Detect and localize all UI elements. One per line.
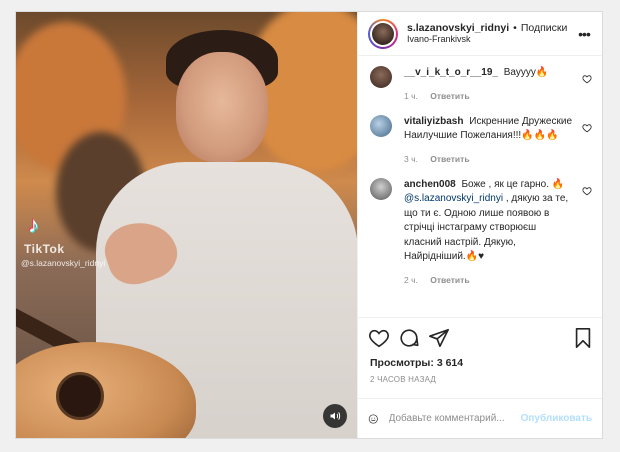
tiktok-logo-icon: ♪ xyxy=(28,212,39,237)
post-header: s.lazanovskyi_ridnyi • Подписки Ivano-Fr… xyxy=(358,12,602,56)
following-button[interactable]: Подписки xyxy=(521,22,568,35)
commenter-avatar[interactable] xyxy=(370,114,392,137)
comment-mention-link[interactable]: @s.lazanovskyi_ridnyi xyxy=(404,193,503,204)
post-sidebar: s.lazanovskyi_ridnyi • Подписки Ivano-Fr… xyxy=(357,12,602,438)
comment-text: Боже , як це гарно. 🔥 xyxy=(461,178,565,190)
reply-button[interactable]: Ответить xyxy=(430,91,469,101)
like-comment-heart-icon[interactable] xyxy=(582,74,592,84)
comment-item: __v_i_k_t_o_r__19_ Вауууу🔥 1 ч. Ответить xyxy=(370,66,592,101)
comments-list: __v_i_k_t_o_r__19_ Вауууу🔥 1 ч. Ответить xyxy=(358,56,602,317)
more-options-icon[interactable]: ••• xyxy=(576,26,592,42)
post-location[interactable]: Ivano-Frankivsk xyxy=(407,34,576,45)
publish-button[interactable]: Опубликовать xyxy=(521,413,592,424)
comment-composer: Опубликовать xyxy=(358,398,602,438)
comment-item: vitaliyizbash Искренние Дружеские Наилуч… xyxy=(370,114,592,164)
tiktok-watermark-user: @s.lazanovskyi_ridnyi xyxy=(21,258,106,268)
comment-time[interactable]: 2 ч. xyxy=(404,275,418,285)
commenter-username[interactable]: anchen008 xyxy=(404,179,456,190)
views-label: Просмотры: xyxy=(370,357,434,369)
header-separator: • xyxy=(513,21,517,34)
person-face xyxy=(176,52,268,162)
author-avatar[interactable] xyxy=(368,18,398,49)
post-timestamp[interactable]: 2 часов назад xyxy=(358,369,602,384)
comment-time[interactable]: 1 ч. xyxy=(404,91,418,101)
reply-button[interactable]: Ответить xyxy=(430,154,469,164)
views-value: 3 614 xyxy=(436,357,464,369)
commenter-avatar[interactable] xyxy=(370,177,392,200)
views-count[interactable]: Просмотры: 3 614 xyxy=(358,357,602,369)
like-comment-heart-icon[interactable] xyxy=(582,186,592,196)
reply-button[interactable]: Ответить xyxy=(430,275,469,285)
emoji-smiley-icon[interactable] xyxy=(368,409,379,429)
comment-bubble-icon[interactable] xyxy=(398,327,420,349)
comment-time[interactable]: 3 ч. xyxy=(404,154,418,164)
comment-item: anchen008 Боже , як це гарно. 🔥 @s.lazan… xyxy=(370,177,592,285)
post-card: ♪ TikTok @s.lazanovskyi_ridnyi s.lazanov… xyxy=(15,11,603,439)
like-comment-heart-icon[interactable] xyxy=(582,123,592,133)
post-video[interactable]: ♪ TikTok @s.lazanovskyi_ridnyi xyxy=(16,12,357,438)
action-bar xyxy=(358,317,602,357)
save-bookmark-icon[interactable] xyxy=(572,327,594,349)
speaker-icon xyxy=(330,412,341,420)
sound-toggle-button[interactable] xyxy=(323,404,347,428)
commenter-avatar[interactable] xyxy=(370,66,392,88)
tiktok-watermark: TikTok xyxy=(24,242,65,256)
commenter-username[interactable]: __v_i_k_t_o_r__19_ xyxy=(404,67,498,78)
comment-text: Вауууу🔥 xyxy=(503,67,549,78)
author-avatar-image xyxy=(372,22,394,45)
guitar-soundhole xyxy=(56,372,104,420)
author-username[interactable]: s.lazanovskyi_ridnyi xyxy=(407,22,509,35)
commenter-username[interactable]: vitaliyizbash xyxy=(404,116,463,127)
like-heart-icon[interactable] xyxy=(368,327,390,349)
share-paper-plane-icon[interactable] xyxy=(428,327,450,349)
comment-input[interactable] xyxy=(388,413,521,424)
